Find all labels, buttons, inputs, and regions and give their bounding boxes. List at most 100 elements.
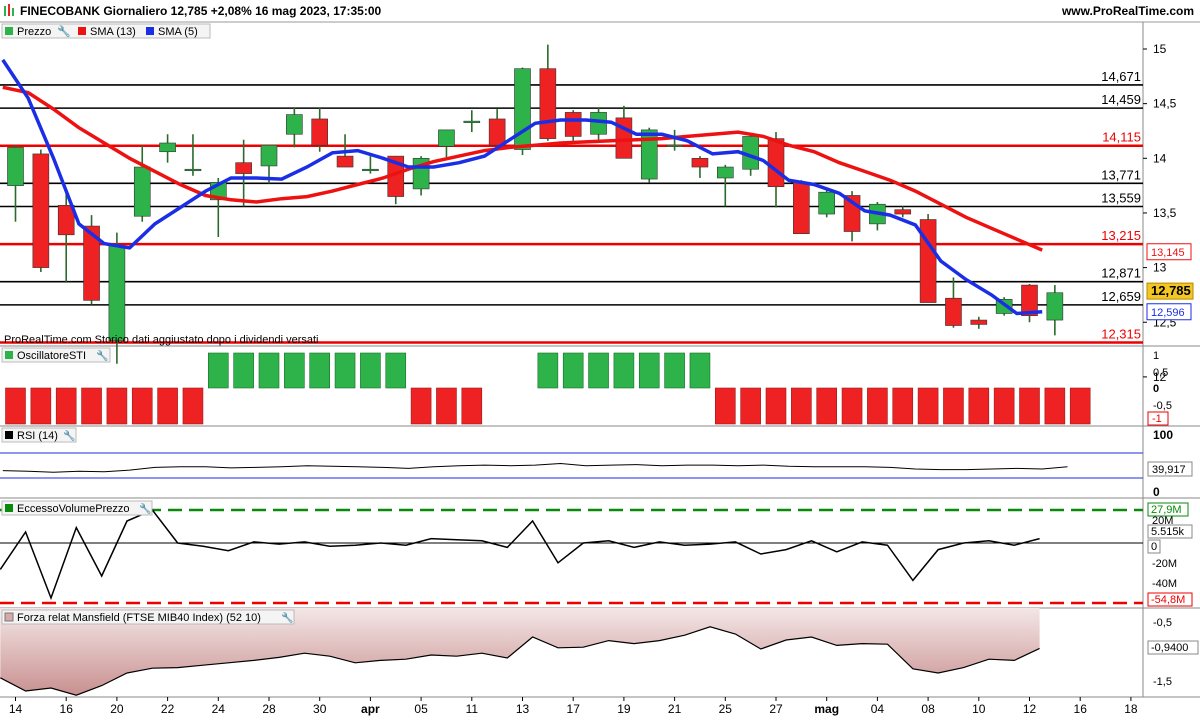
sti-bar	[993, 387, 1015, 425]
candle-body	[32, 153, 50, 268]
evp-legend[interactable]: EccessoVolumePrezzo 🔧	[1, 500, 153, 516]
sti-bar	[157, 387, 178, 425]
x-tick-label: 05	[414, 702, 428, 716]
x-tick-label: 10	[972, 702, 986, 716]
x-axis: 14 16 20 22 24 28 30 apr 05 11 13 17 19 21 25 27 mag 04 08…	[9, 697, 1138, 716]
x-tick-label: 13	[516, 702, 530, 716]
mansfield-panel: Forza relat Mansfield (FTSE MIB40 Index)…	[0, 608, 1199, 696]
sti-bar	[714, 387, 736, 425]
price-tick: 14	[1153, 151, 1167, 165]
price-tick: 15	[1153, 42, 1167, 56]
price-tick: 13,5	[1153, 206, 1177, 220]
price-legend[interactable]: Prezzo 🔧 SMA (13) SMA (5)	[1, 23, 211, 39]
sti-bar	[55, 387, 77, 425]
x-tick-label: 21	[668, 702, 682, 716]
sti-bar	[588, 352, 609, 389]
x-tick-label: 24	[212, 702, 226, 716]
sti-tick: 0	[1153, 383, 1159, 395]
price-axis: 1514,51413,51312,512	[1143, 42, 1177, 384]
evp-badge-high: 27,9M	[1151, 504, 1182, 516]
evp-tick: -20M	[1152, 558, 1177, 570]
sti-bars	[5, 352, 1091, 425]
sti-legend[interactable]: OscillatoreSTI 🔧	[1, 347, 111, 363]
rsi-panel: RSI (14) 🔧 100 0 39,917	[0, 427, 1193, 499]
legend-rsi: RSI (14)	[17, 430, 58, 442]
legend-sma5: SMA (5)	[158, 26, 198, 38]
x-tick-label: 22	[161, 702, 175, 716]
wrench-icon[interactable]: 🔧	[139, 502, 151, 515]
candle-body	[463, 120, 481, 123]
candle-body	[691, 158, 709, 168]
sti-bar	[917, 387, 939, 425]
x-tick-label: 18	[1124, 702, 1138, 716]
wrench-icon[interactable]: 🔧	[63, 429, 75, 442]
mansfield-swatch-icon	[4, 612, 14, 622]
sti-bar	[867, 387, 888, 425]
sti-bar	[638, 352, 660, 389]
sti-bar	[436, 387, 457, 425]
sti-bar	[1069, 387, 1091, 425]
sti-bar	[1019, 387, 1040, 425]
sti-bar	[816, 387, 838, 425]
candle-body	[488, 118, 506, 146]
x-tick-label: 27	[769, 702, 783, 716]
sti-bar	[233, 352, 254, 389]
sti-bar	[182, 387, 204, 425]
wrench-icon[interactable]: 🔧	[96, 349, 108, 362]
candle-body	[336, 155, 354, 168]
candle-body	[362, 168, 379, 172]
level-label: 12,659	[1101, 289, 1141, 304]
x-tick-label: 04	[871, 702, 885, 716]
price-tick: 13	[1153, 261, 1167, 275]
evp-swatch-icon	[5, 504, 13, 512]
wrench-icon[interactable]: 🔧	[281, 611, 293, 624]
sti-bar	[360, 352, 381, 389]
level-label: 12,315	[1101, 326, 1141, 341]
sti-bar	[410, 387, 432, 425]
rsi-swatch-icon	[5, 431, 13, 439]
sma5-swatch-icon	[146, 27, 154, 35]
x-tick-label: apr	[361, 702, 380, 716]
level-label: 14,459	[1101, 92, 1141, 107]
evp-line	[0, 509, 1040, 601]
sti-bar	[334, 352, 356, 389]
candle-body	[894, 209, 912, 215]
sti-bar	[81, 387, 102, 425]
sti-bar	[740, 387, 761, 425]
candle-body	[564, 112, 582, 137]
sti-panel: OscillatoreSTI 🔧 1 0,5 0 -0,5 -1	[1, 347, 1172, 426]
sti-bar	[537, 352, 559, 389]
level-label: 13,559	[1101, 191, 1141, 206]
candle-body	[970, 319, 988, 325]
candle-body	[793, 182, 810, 235]
sma13-swatch-icon	[78, 27, 86, 35]
mansfield-legend[interactable]: Forza relat Mansfield (FTSE MIB40 Index)…	[1, 609, 295, 625]
x-tick-label: 28	[262, 702, 276, 716]
candle-body	[818, 191, 836, 215]
candle-body	[716, 166, 734, 179]
x-tick-label: 16	[1074, 702, 1088, 716]
candle-body	[235, 162, 252, 174]
sti-tick: 0,5	[1153, 367, 1168, 379]
sti-bar	[765, 387, 787, 425]
level-label: 12,871	[1101, 266, 1141, 281]
sti-bar	[562, 352, 584, 389]
sti-bar	[664, 352, 685, 389]
rsi-legend[interactable]: RSI (14) 🔧	[1, 427, 77, 443]
sti-bar	[841, 387, 863, 425]
rsi-tick: 100	[1153, 428, 1173, 442]
sti-badge: -1	[1152, 413, 1162, 425]
level-label: 14,115	[1102, 130, 1141, 145]
legend-evp: EccessoVolumePrezzo	[17, 503, 130, 515]
candle-body	[539, 68, 557, 139]
wrench-icon[interactable]: 🔧	[57, 24, 71, 38]
candle-body	[919, 219, 937, 303]
candle-body	[514, 68, 531, 150]
candle-body	[767, 138, 785, 188]
x-tick-label: 12	[1023, 702, 1037, 716]
price-panel: 14,671 14,459 14,115 13,771 13,559 13,215 12,8…	[0, 23, 1194, 384]
x-tick-label: 30	[313, 702, 327, 716]
evp-panel: EccessoVolumePrezzo 🔧 20M -20M -40M 27,9…	[0, 500, 1193, 607]
sti-bar	[461, 387, 483, 425]
price-badge: 12,596	[1151, 307, 1185, 319]
